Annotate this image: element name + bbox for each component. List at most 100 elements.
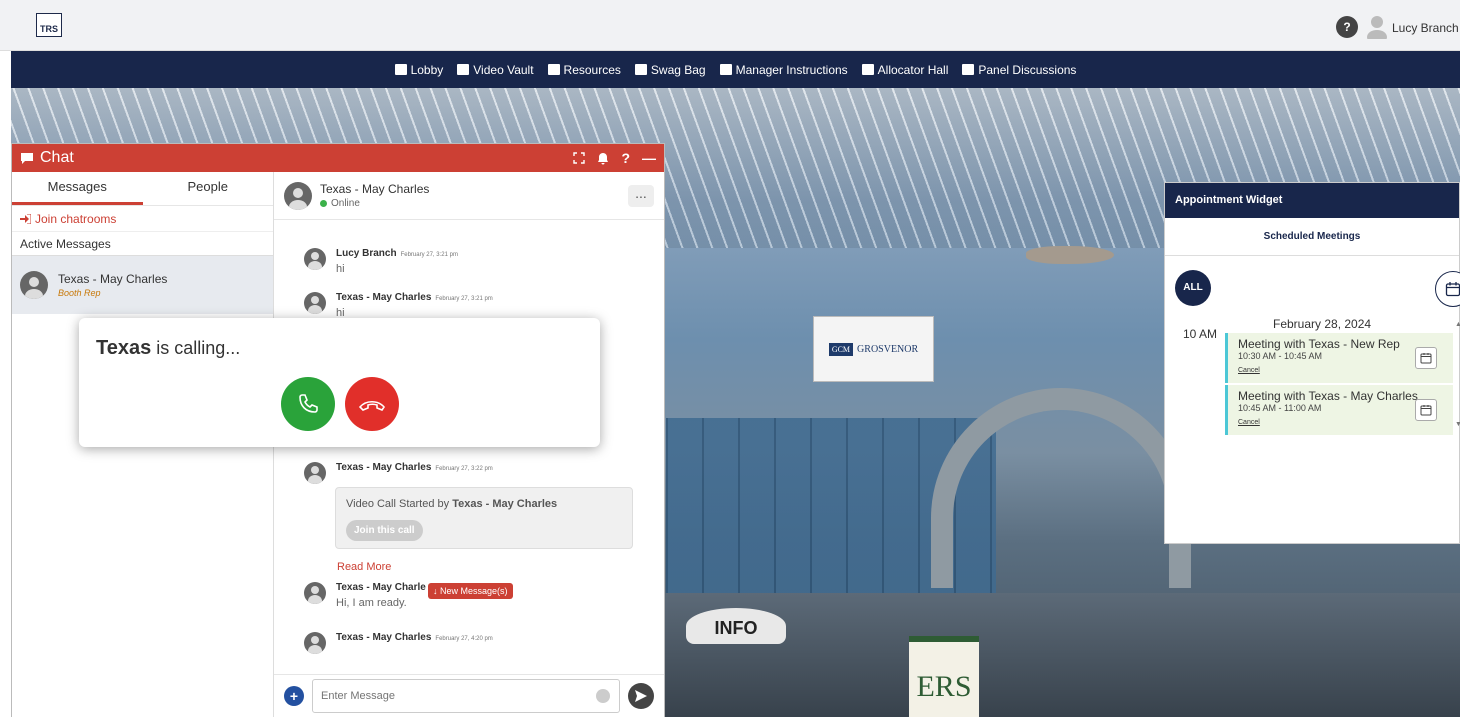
join-chatrooms-link[interactable]: Join chatrooms: [12, 206, 273, 232]
avatar: [304, 248, 326, 270]
nav-manager-instructions[interactable]: Manager Instructions: [719, 62, 848, 77]
bag-icon: [634, 64, 647, 75]
chat-bubble-icon: [21, 152, 33, 164]
avatar: [304, 462, 326, 484]
user-menu[interactable]: Lucy Branch ▾: [1392, 21, 1460, 35]
contact-item[interactable]: Texas - May Charles Booth Rep: [12, 256, 273, 314]
more-options-button[interactable]: ...: [628, 184, 654, 207]
message-sender: Texas - May Charle: [336, 582, 426, 593]
meeting-title: Meeting with Texas - May Charles: [1238, 389, 1418, 403]
time-slot-label: 10 AM: [1183, 327, 1218, 341]
join-chatrooms-label: Join chatrooms: [35, 211, 117, 226]
accept-call-button[interactable]: [281, 377, 335, 431]
appointment-widget-title: Appointment Widget: [1165, 183, 1459, 218]
sign-in-icon: [20, 213, 31, 224]
main-nav: Lobby Video Vault Resources Swag Bag Man…: [11, 51, 1460, 88]
lobby-icon: [394, 64, 407, 75]
message-text: Hi, I am ready.: [336, 597, 407, 609]
tab-people[interactable]: People: [143, 172, 274, 205]
gcm-logo: GCM: [828, 342, 854, 356]
meeting-time: 10:30 AM - 10:45 AM: [1238, 351, 1323, 361]
nav-lobby[interactable]: Lobby: [394, 62, 444, 77]
video-icon: [457, 64, 470, 75]
caller-name: Texas: [96, 337, 152, 359]
cancel-meeting-link[interactable]: Cancel: [1238, 419, 1260, 426]
nav-resources[interactable]: Resources: [547, 63, 621, 77]
emoji-icon[interactable]: [596, 689, 610, 703]
scroll-up-icon[interactable]: ▲: [1455, 321, 1460, 328]
top-bar: TRS ? Lucy Branch ▾: [0, 0, 1460, 51]
join-call-button[interactable]: Join this call: [346, 520, 423, 541]
decline-call-button[interactable]: [345, 377, 399, 431]
ers-banner[interactable]: ERS: [909, 636, 979, 717]
meeting-title: Meeting with Texas - New Rep: [1238, 337, 1400, 351]
message-item: Lucy Branch February 27, 3:21 pm hi: [304, 248, 458, 275]
all-filter-button[interactable]: ALL: [1175, 270, 1211, 306]
expand-icon[interactable]: [573, 152, 586, 164]
grosvenor-text: GROSVENOR: [857, 343, 919, 355]
active-messages-heading: Active Messages: [12, 232, 273, 256]
chat-title: Chat: [40, 149, 74, 166]
add-attachment-button[interactable]: +: [284, 686, 304, 706]
read-more-link[interactable]: Read More: [337, 561, 391, 573]
add-to-calendar-button[interactable]: [1415, 347, 1437, 369]
user-avatar-icon[interactable]: [1366, 15, 1388, 39]
gcm-grosvenor-sign[interactable]: GCM GROSVENOR: [813, 316, 934, 382]
message-item: Texas - May Charles February 27, 3:21 pm …: [304, 292, 493, 319]
lobby-floor: [661, 593, 1460, 717]
info-desk[interactable]: INFO: [686, 608, 786, 644]
nav-panel-discussions[interactable]: Panel Discussions: [962, 63, 1076, 77]
tab-messages[interactable]: Messages: [12, 172, 143, 205]
scheduled-meetings-tab[interactable]: Scheduled Meetings: [1165, 218, 1459, 256]
message-item: Texas - May Charles February 27, 4:20 pm: [304, 632, 493, 654]
plane-model: [1026, 246, 1114, 264]
avatar: [304, 582, 326, 604]
message-input[interactable]: [312, 679, 620, 713]
bell-icon[interactable]: [597, 152, 609, 165]
new-messages-button[interactable]: ↓ New Message(s): [428, 583, 513, 599]
calendar-icon: [1420, 353, 1432, 364]
message-item: Texas - May Charles February 27, 3:22 pm: [304, 462, 493, 484]
hang-up-icon: [358, 400, 386, 411]
conversation-header: Texas - May Charles Online ...: [274, 172, 664, 220]
online-status: Online: [331, 198, 360, 209]
meeting-item[interactable]: Meeting with Texas - New Rep 10:30 AM - …: [1225, 333, 1453, 383]
nav-label: Video Vault: [473, 62, 534, 77]
scroll-down-icon[interactable]: ▼: [1455, 421, 1460, 428]
calendar-icon: [1420, 405, 1432, 416]
message-sender: Lucy Branch: [336, 248, 397, 259]
logo-text: TRS: [40, 24, 58, 34]
nav-label: Manager Instructions: [735, 62, 848, 77]
message-sender: Texas - May Charles: [336, 292, 432, 303]
list-icon: [962, 64, 975, 75]
calendar-icon: [1445, 282, 1460, 297]
nav-video-vault[interactable]: Video Vault: [457, 62, 534, 77]
new-messages-label: New Message(s): [440, 586, 508, 596]
video-call-notice: Video Call Started by Texas - May Charle…: [335, 487, 633, 549]
appointment-date: February 28, 2024: [1273, 317, 1372, 331]
add-to-calendar-button[interactable]: [1415, 399, 1437, 421]
cancel-meeting-link[interactable]: Cancel: [1238, 367, 1260, 374]
trs-logo[interactable]: TRS: [36, 13, 62, 37]
nav-swag-bag[interactable]: Swag Bag: [634, 62, 706, 77]
nav-allocator-hall[interactable]: Allocator Hall: [861, 63, 948, 77]
incoming-call-dialog: Texas is calling...: [79, 318, 600, 447]
meeting-item[interactable]: Meeting with Texas - May Charles 10:45 A…: [1225, 385, 1453, 435]
download-icon: [719, 64, 732, 75]
nav-label: Lobby: [410, 62, 444, 77]
minimize-icon[interactable]: —: [642, 150, 656, 166]
help-button[interactable]: ?: [1336, 16, 1358, 38]
avatar: [20, 271, 48, 299]
incoming-call-title: Texas is calling...: [96, 337, 240, 360]
conversation-name: Texas - May Charles: [320, 182, 430, 196]
building-icon: [861, 64, 874, 75]
message-time: February 27, 3:21 pm: [400, 252, 458, 258]
calendar-button[interactable]: [1435, 271, 1460, 307]
contact-name: Texas - May Charles: [58, 272, 168, 286]
message-text: hi: [336, 263, 345, 275]
help-icon[interactable]: ?: [621, 150, 630, 166]
message-sender: Texas - May Charles: [336, 462, 432, 473]
send-button[interactable]: [628, 683, 654, 709]
chat-header: Chat ? —: [12, 144, 664, 172]
nav-label: Swag Bag: [650, 62, 706, 77]
